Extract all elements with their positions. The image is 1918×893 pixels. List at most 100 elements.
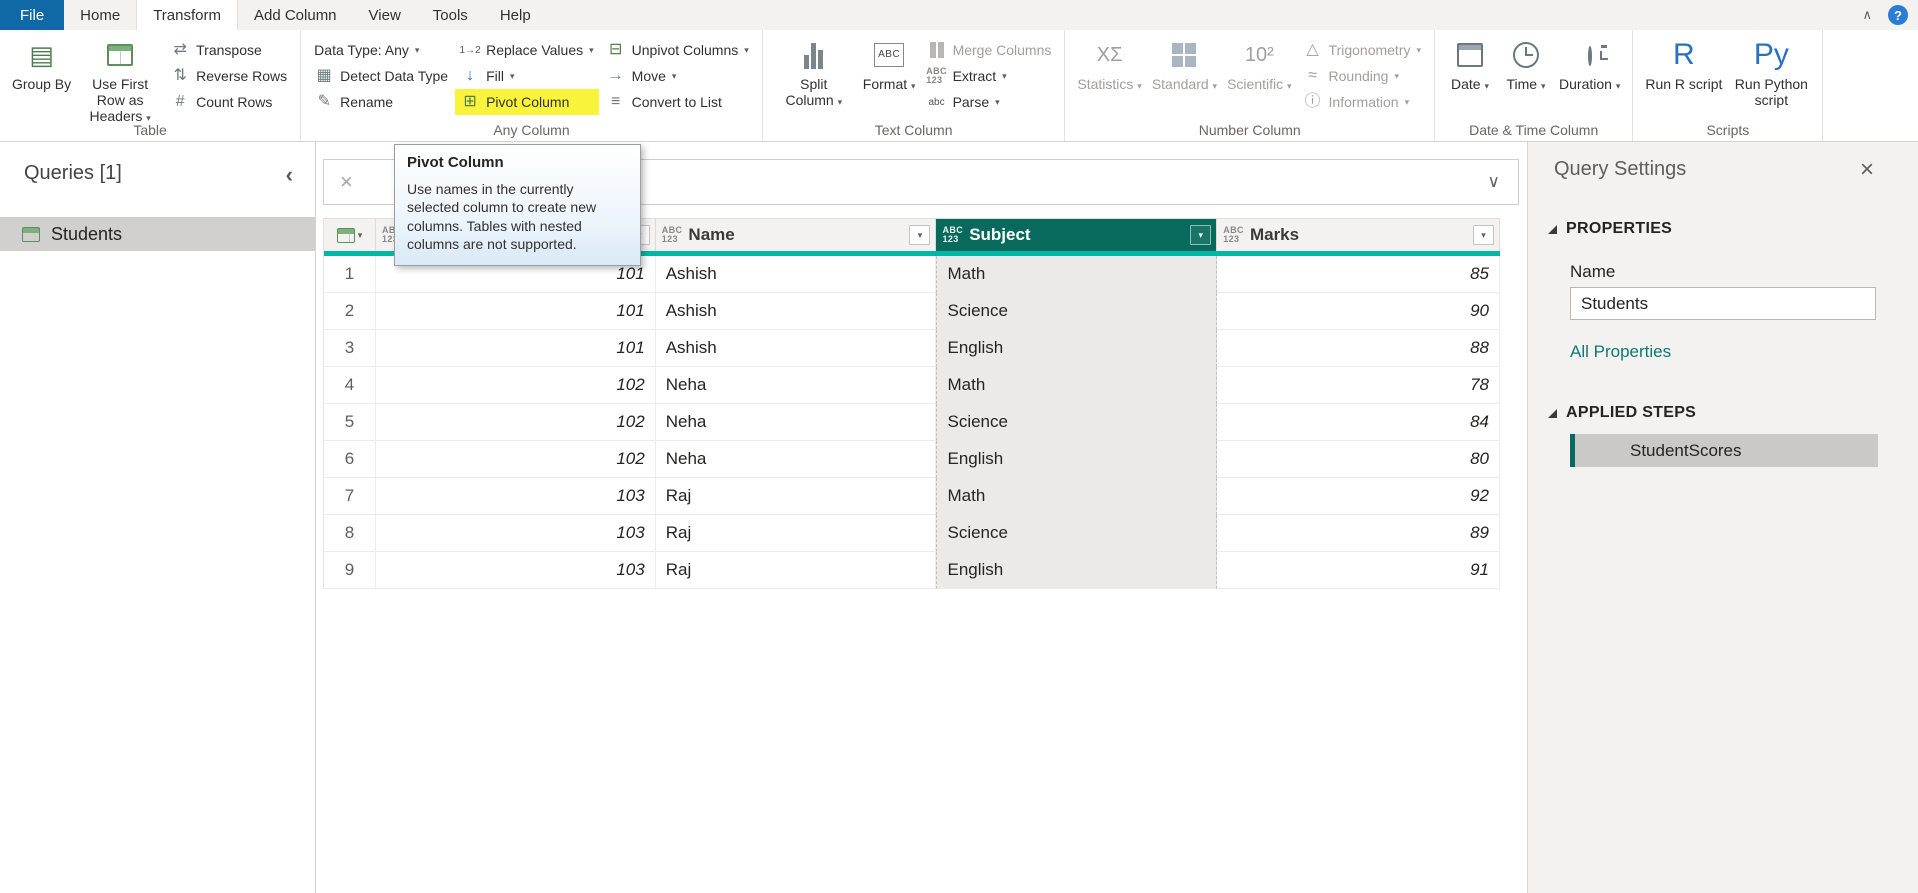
replace-values-button[interactable]: 1→2Replace Values ▾ [455,37,599,63]
column-type-icon[interactable]: ABC123 [942,226,963,244]
cell-marks[interactable]: 85 [1217,256,1500,293]
tab-file[interactable]: File [0,0,64,30]
tab-add-column[interactable]: Add Column [238,0,353,30]
transpose-button[interactable]: ⇄Transpose [165,37,292,63]
tab-help[interactable]: Help [484,0,547,30]
cell-name[interactable]: Neha [656,404,937,441]
statistics-button[interactable]: ΧΣ Statistics ▾ [1073,35,1145,94]
rename-button[interactable]: ✎Rename [309,89,453,115]
cell-subject[interactable]: Math [936,256,1217,293]
row-number[interactable]: 9 [324,552,376,589]
cell-subject[interactable]: Math [936,367,1217,404]
cell-subject[interactable]: Science [936,404,1217,441]
column-header-name[interactable]: ABC123 Name ▾ [656,219,937,251]
cell-marks[interactable]: 89 [1217,515,1500,552]
grid-corner-menu[interactable]: ▾ [324,219,376,251]
run-python-script-button[interactable]: Py Run Python script [1728,35,1814,110]
cell-studentid[interactable]: 101 [376,293,656,330]
cancel-formula-icon[interactable]: × [324,169,369,195]
cell-marks[interactable]: 90 [1217,293,1500,330]
parse-button[interactable]: abcParse ▾ [922,89,1057,115]
row-number[interactable]: 7 [324,478,376,515]
run-r-script-button[interactable]: R Run R script [1641,35,1726,94]
cell-subject[interactable]: English [936,441,1217,478]
cell-name[interactable]: Neha [656,441,937,478]
use-first-row-button[interactable]: Use First Row as Headers ▾ [77,35,163,126]
move-button[interactable]: →Move ▾ [601,63,754,89]
information-button[interactable]: ⓘInformation ▾ [1298,89,1426,115]
column-filter-icon[interactable]: ▾ [909,225,930,245]
detect-data-type-button[interactable]: ▦Detect Data Type [309,63,453,89]
close-icon[interactable]: × [1860,156,1874,184]
cell-studentid[interactable]: 102 [376,404,656,441]
cell-studentid[interactable]: 101 [376,330,656,367]
cell-studentid[interactable]: 103 [376,478,656,515]
format-button[interactable]: ABC Format ▾ [859,35,920,94]
convert-to-list-button[interactable]: ≡Convert to List [601,89,754,115]
rounding-button[interactable]: ≈Rounding ▾ [1298,63,1426,89]
column-header-subject[interactable]: ABC123 Subject ▾ [936,219,1217,251]
extract-button[interactable]: ABC123Extract ▾ [922,63,1057,89]
cell-name[interactable]: Raj [656,478,937,515]
cell-name[interactable]: Neha [656,367,937,404]
row-number[interactable]: 8 [324,515,376,552]
applied-step-studentscores[interactable]: StudentScores [1570,434,1878,467]
trigonometry-button[interactable]: △Trigonometry ▾ [1298,37,1426,63]
all-properties-link[interactable]: All Properties [1570,342,1671,362]
cell-name[interactable]: Raj [656,515,937,552]
split-column-button[interactable]: Split Column ▾ [771,35,857,110]
tab-home[interactable]: Home [64,0,136,30]
count-rows-button[interactable]: #Count Rows [165,89,292,115]
cell-marks[interactable]: 84 [1217,404,1500,441]
row-number[interactable]: 1 [324,256,376,293]
column-type-icon[interactable]: ABC123 [662,226,683,244]
group-by-button[interactable]: ▤ Group By [8,35,75,94]
unpivot-columns-button[interactable]: ⊟Unpivot Columns ▾ [601,37,754,63]
cell-subject[interactable]: Science [936,293,1217,330]
duration-button[interactable]: Duration ▾ [1555,35,1624,94]
cell-studentid[interactable]: 103 [376,552,656,589]
row-number[interactable]: 6 [324,441,376,478]
cell-marks[interactable]: 78 [1217,367,1500,404]
column-header-marks[interactable]: ABC123 Marks ▾ [1217,219,1500,251]
standard-button[interactable]: Standard ▾ [1148,35,1221,94]
cell-subject[interactable]: English [936,552,1217,589]
cell-studentid[interactable]: 103 [376,515,656,552]
row-number[interactable]: 3 [324,330,376,367]
date-button[interactable]: Date ▾ [1443,35,1497,94]
cell-subject[interactable]: Math [936,478,1217,515]
cell-name[interactable]: Ashish [656,293,937,330]
properties-section-header[interactable]: PROPERTIES [1548,220,1672,238]
row-number[interactable]: 4 [324,367,376,404]
collapse-queries-panel-icon[interactable]: ‹ [286,162,293,188]
data-type-button[interactable]: Data Type: Any ▾ [309,37,453,63]
tab-transform[interactable]: Transform [136,0,238,30]
column-filter-icon[interactable]: ▾ [1190,225,1211,245]
scientific-button[interactable]: 10² Scientific ▾ [1223,35,1295,94]
pivot-column-button[interactable]: ⊞Pivot Column [455,89,599,115]
time-button[interactable]: Time ▾ [1499,35,1553,94]
merge-columns-button[interactable]: Merge Columns [922,37,1057,63]
cell-name[interactable]: Ashish [656,330,937,367]
cell-subject[interactable]: English [936,330,1217,367]
cell-marks[interactable]: 92 [1217,478,1500,515]
cell-marks[interactable]: 88 [1217,330,1500,367]
query-name-input[interactable] [1570,287,1876,320]
cell-name[interactable]: Ashish [656,256,937,293]
cell-studentid[interactable]: 102 [376,367,656,404]
expand-formula-bar-icon[interactable]: ∨ [1470,172,1518,192]
cell-name[interactable]: Raj [656,552,937,589]
column-filter-icon[interactable]: ▾ [1473,225,1494,245]
tab-view[interactable]: View [353,0,417,30]
cell-marks[interactable]: 80 [1217,441,1500,478]
row-number[interactable]: 5 [324,404,376,441]
row-number[interactable]: 2 [324,293,376,330]
applied-steps-section-header[interactable]: APPLIED STEPS [1548,404,1696,422]
tab-tools[interactable]: Tools [417,0,484,30]
column-type-icon[interactable]: ABC123 [1223,226,1244,244]
cell-marks[interactable]: 91 [1217,552,1500,589]
collapse-ribbon-icon[interactable]: ∧ [1862,7,1872,23]
query-list-item-students[interactable]: Students [0,217,315,251]
help-icon[interactable]: ? [1888,5,1908,25]
cell-subject[interactable]: Science [936,515,1217,552]
